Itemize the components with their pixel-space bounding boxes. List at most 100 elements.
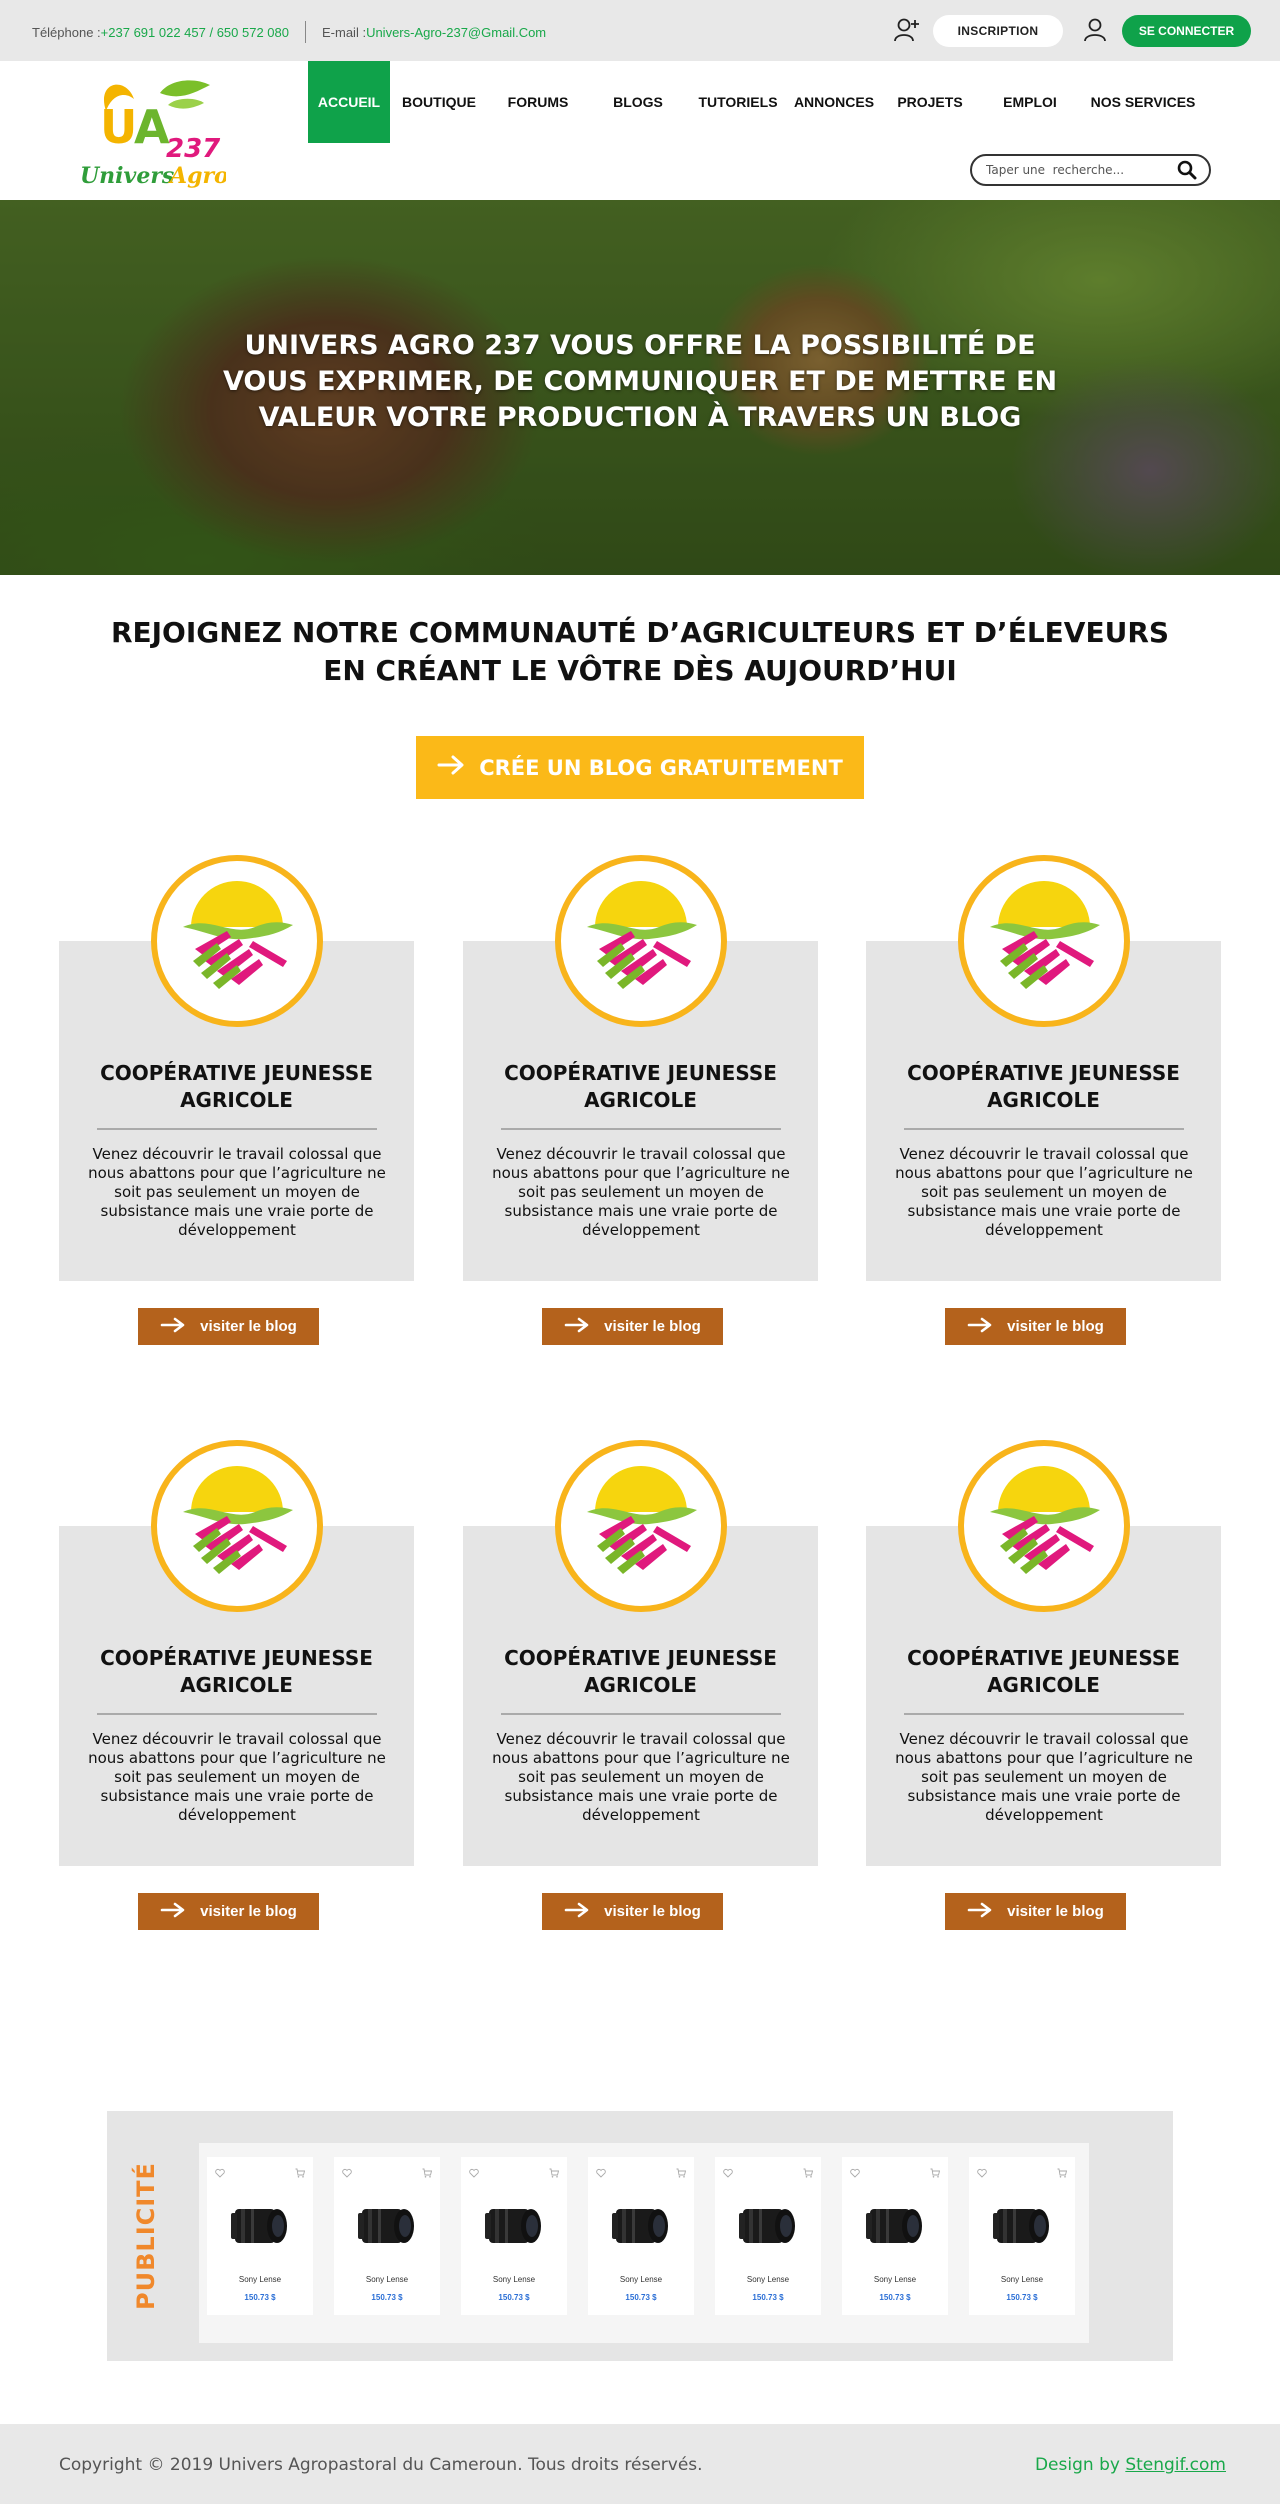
- user-icon[interactable]: [1082, 17, 1108, 43]
- product-price: 150.73 $: [371, 2293, 403, 2302]
- card-description: Venez découvrir le travail colossal que …: [492, 1730, 790, 1824]
- card-title: COOPÉRATIVE JEUNESSE AGRICOLE: [100, 1061, 373, 1112]
- phone-label: Téléphone :: [32, 24, 101, 40]
- cart-icon[interactable]: [676, 2165, 687, 2178]
- svg-text:Agro: Agro: [168, 163, 226, 189]
- visit-blog-button[interactable]: visiter le blog: [542, 1308, 723, 1345]
- create-blog-button[interactable]: CRÉE UN BLOG GRATUITEMENT: [416, 736, 864, 799]
- product-name: Sony Lense: [873, 2275, 917, 2284]
- phone-number[interactable]: +237 691 022 457 / 650 572 080: [101, 25, 289, 40]
- product-card[interactable]: Sony Lense 150.73 $: [842, 2157, 948, 2315]
- svg-text:U: U: [100, 100, 137, 154]
- arrow-right-icon: [564, 1317, 590, 1337]
- camera-lens-icon: [991, 2203, 1053, 2249]
- visit-blog-label: visiter le blog: [200, 1903, 297, 1920]
- search-icon[interactable]: [1177, 160, 1197, 180]
- card-divider: [97, 1713, 377, 1715]
- contact-divider: [305, 21, 306, 43]
- user-add-icon[interactable]: [893, 17, 921, 43]
- nav-item-accueil[interactable]: ACCUEIL: [308, 61, 390, 143]
- product-name: Sony Lense: [492, 2275, 536, 2284]
- product-price: 150.73 $: [879, 2293, 911, 2302]
- hero-title: UNIVERS AGRO 237 VOUS OFFRE LA POSSIBILI…: [222, 330, 1058, 433]
- handshake-emblem-icon: [151, 1440, 323, 1612]
- nav-item-blogs[interactable]: BLOGS: [588, 61, 688, 143]
- card-divider: [501, 1128, 781, 1130]
- heart-icon[interactable]: [850, 2165, 860, 2178]
- nav-item-tutoriels[interactable]: TUTORIELS: [688, 61, 788, 143]
- top-bar: Téléphone : +237 691 022 457 / 650 572 0…: [0, 0, 1280, 61]
- product-name: Sony Lense: [619, 2275, 663, 2284]
- product-price: 150.73 $: [752, 2293, 784, 2302]
- nav-item-nos-services[interactable]: NOS SERVICES: [1080, 61, 1206, 143]
- signup-button[interactable]: INSCRIPTION: [933, 15, 1063, 47]
- nav-item-projets[interactable]: PROJETS: [880, 61, 980, 143]
- designer-link[interactable]: Stengif.com: [1125, 2455, 1226, 2475]
- camera-lens-icon: [483, 2203, 545, 2249]
- visit-blog-button[interactable]: visiter le blog: [138, 1308, 319, 1345]
- product-price: 150.73 $: [244, 2293, 276, 2302]
- product-name: Sony Lense: [746, 2275, 790, 2284]
- nav-item-annonces[interactable]: ANNONCES: [788, 61, 880, 143]
- cart-icon[interactable]: [1057, 2165, 1068, 2178]
- visit-blog-button[interactable]: visiter le blog: [138, 1893, 319, 1930]
- visit-blog-button[interactable]: visiter le blog: [542, 1893, 723, 1930]
- card-divider: [501, 1713, 781, 1715]
- product-card[interactable]: Sony Lense 150.73 $: [461, 2157, 567, 2315]
- heart-icon[interactable]: [596, 2165, 606, 2178]
- copyright-text: Copyright © 2019 Univers Agropastoral du…: [59, 2455, 703, 2475]
- email-address[interactable]: Univers-Agro-237@Gmail.Com: [366, 25, 546, 40]
- nav-item-boutique[interactable]: BOUTIQUE: [390, 61, 488, 143]
- nav-item-emploi[interactable]: EMPLOI: [980, 61, 1080, 143]
- cart-icon[interactable]: [803, 2165, 814, 2178]
- svg-text:237: 237: [166, 134, 221, 164]
- heart-icon[interactable]: [215, 2165, 225, 2178]
- heart-icon[interactable]: [342, 2165, 352, 2178]
- heart-icon[interactable]: [723, 2165, 733, 2178]
- contact-info: Téléphone : +237 691 022 457 / 650 572 0…: [32, 21, 546, 43]
- design-credit: Design by Stengif.com: [1035, 2455, 1226, 2475]
- arrow-right-icon: [564, 1902, 590, 1922]
- product-card[interactable]: Sony Lense 150.73 $: [588, 2157, 694, 2315]
- camera-lens-icon: [610, 2203, 672, 2249]
- product-name: Sony Lense: [238, 2275, 282, 2284]
- cart-icon[interactable]: [295, 2165, 306, 2178]
- card-title: COOPÉRATIVE JEUNESSE AGRICOLE: [907, 1061, 1180, 1112]
- handshake-emblem-icon: [151, 855, 323, 1027]
- arrow-right-icon: [160, 1902, 186, 1922]
- product-card[interactable]: Sony Lense 150.73 $: [969, 2157, 1075, 2315]
- handshake-emblem-icon: [958, 1440, 1130, 1612]
- handshake-emblem-icon: [555, 1440, 727, 1612]
- card-description: Venez découvrir le travail colossal que …: [895, 1145, 1193, 1239]
- card-title: COOPÉRATIVE JEUNESSE AGRICOLE: [504, 1646, 777, 1697]
- heart-icon[interactable]: [977, 2165, 987, 2178]
- login-button[interactable]: SE CONNECTER: [1122, 15, 1251, 47]
- product-card[interactable]: Sony Lense 150.73 $: [334, 2157, 440, 2315]
- product-card[interactable]: Sony Lense 150.73 $: [207, 2157, 313, 2315]
- main-nav: ACCUEIL BOUTIQUE FORUMS BLOGS TUTORIELS …: [308, 61, 1206, 143]
- site-logo[interactable]: U A 237 Univers Agro: [76, 71, 229, 191]
- ads-label: PUBLICITÉ: [132, 2162, 160, 2310]
- card-divider: [97, 1128, 377, 1130]
- cart-icon[interactable]: [422, 2165, 433, 2178]
- product-name: Sony Lense: [1000, 2275, 1044, 2284]
- site-header: U A 237 Univers Agro ACCUEIL BOUTIQUE FO…: [0, 61, 1280, 200]
- cart-icon[interactable]: [930, 2165, 941, 2178]
- card-description: Venez découvrir le travail colossal que …: [88, 1145, 386, 1239]
- visit-blog-label: visiter le blog: [1007, 1903, 1104, 1920]
- camera-lens-icon: [864, 2203, 926, 2249]
- nav-item-forums[interactable]: FORUMS: [488, 61, 588, 143]
- email-label: E-mail :: [322, 24, 367, 40]
- visit-blog-button[interactable]: visiter le blog: [945, 1308, 1126, 1345]
- search-box: [970, 154, 1211, 186]
- card-description: Venez découvrir le travail colossal que …: [895, 1730, 1193, 1824]
- heart-icon[interactable]: [469, 2165, 479, 2178]
- product-name: Sony Lense: [365, 2275, 409, 2284]
- product-price: 150.73 $: [625, 2293, 657, 2302]
- cart-icon[interactable]: [549, 2165, 560, 2178]
- search-input[interactable]: [986, 163, 1177, 177]
- visit-blog-button[interactable]: visiter le blog: [945, 1893, 1126, 1930]
- product-price: 150.73 $: [498, 2293, 530, 2302]
- product-card[interactable]: Sony Lense 150.73 $: [715, 2157, 821, 2315]
- card-description: Venez découvrir le travail colossal que …: [492, 1145, 790, 1239]
